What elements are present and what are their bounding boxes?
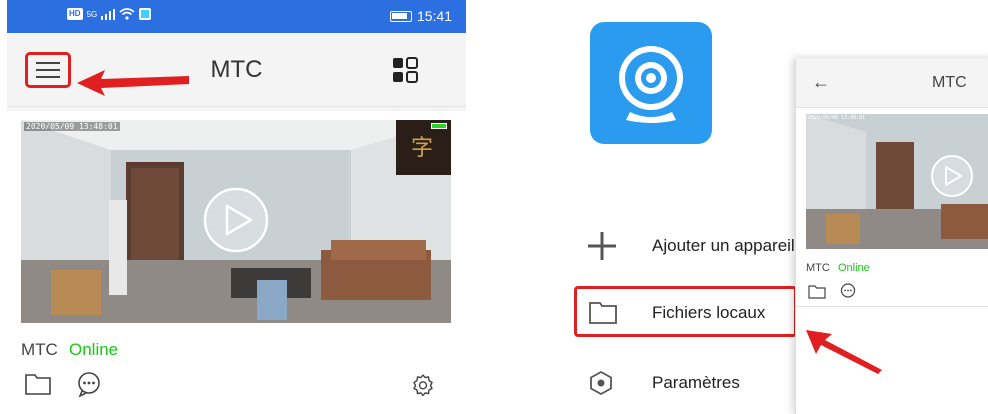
message-icon[interactable] xyxy=(76,371,102,397)
app-bar: MTC xyxy=(7,33,466,107)
camera-logo-icon xyxy=(619,46,683,123)
drawer-item-label: Ajouter un appareil xyxy=(652,236,795,255)
settings-gear-icon[interactable] xyxy=(411,373,435,397)
svg-text:字: 字 xyxy=(411,136,433,161)
panel-device-name: MTC xyxy=(806,262,830,274)
wifi-icon xyxy=(119,8,135,20)
back-arrow-icon[interactable]: ← xyxy=(812,72,830,93)
device-status: Online xyxy=(69,340,119,359)
device-name: MTC xyxy=(21,340,58,359)
red-arrow-annotation xyxy=(77,70,189,96)
camera-preview[interactable]: 字 2020/05/09 13:48:01 xyxy=(21,120,451,323)
camera-battery-icon xyxy=(431,123,447,129)
battery-icon xyxy=(389,10,412,22)
status-time: 15:41 xyxy=(416,8,452,24)
folder-icon[interactable] xyxy=(24,372,52,396)
camera-scene-image: 字 xyxy=(21,120,451,323)
status-bar: HD 5G 15:41 xyxy=(7,0,466,33)
drawer-item-settings[interactable]: Paramètres xyxy=(562,360,812,406)
signal-icon xyxy=(101,8,116,20)
panel-device-status: Online xyxy=(838,262,870,274)
drawer-item-label: Paramètres xyxy=(652,373,740,392)
left-phone-screen: HD 5G 15:41 MTC 字 2020/05/09 13:48:01 MT… xyxy=(7,0,466,414)
hd-badge: HD xyxy=(67,8,83,20)
panel-separator xyxy=(796,306,988,307)
panel-title: MTC xyxy=(932,74,967,91)
plus-icon xyxy=(588,232,616,260)
app-logo xyxy=(590,22,712,144)
video-timestamp: 2020/05/09 13:48:01 xyxy=(24,122,120,131)
hexagon-settings-icon xyxy=(590,371,612,395)
drawer-item-add-device[interactable]: Ajouter un appareil xyxy=(562,223,812,269)
right-drawer-screen: Ajouter un appareil Fichiers locaux Para… xyxy=(562,0,988,414)
panel-camera-preview[interactable]: 2020/05/09 13:48:01 xyxy=(806,114,988,249)
panel-app-bar: ← MTC xyxy=(796,58,988,108)
network-label: 5G xyxy=(86,9,98,19)
app-notification-icon xyxy=(139,8,152,20)
message-icon[interactable] xyxy=(840,283,856,299)
red-arrow-annotation xyxy=(806,330,882,374)
panel-video-timestamp: 2020/05/09 13:48:01 xyxy=(808,115,866,121)
highlight-box-annotation xyxy=(574,286,797,337)
grid-view-icon[interactable] xyxy=(392,57,418,83)
folder-icon[interactable] xyxy=(808,284,826,299)
panel-camera-scene-image xyxy=(806,114,988,249)
device-card[interactable]: 字 2020/05/09 13:48:01 MTC Online xyxy=(7,111,466,414)
